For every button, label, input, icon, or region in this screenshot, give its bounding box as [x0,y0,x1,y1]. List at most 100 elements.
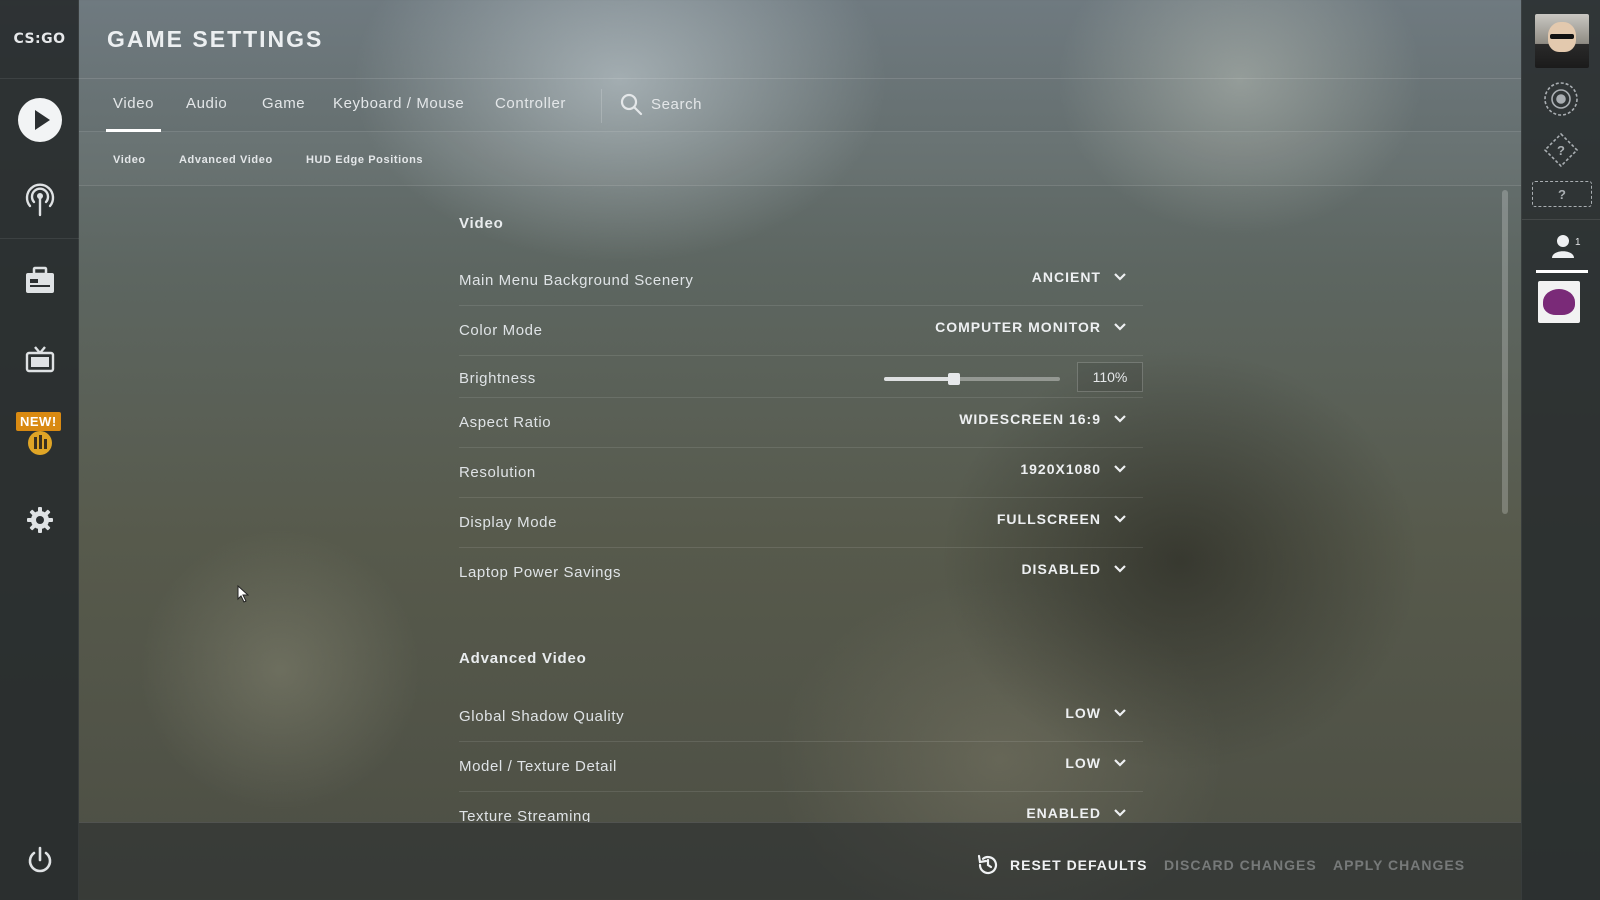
discard-changes-button[interactable]: DISCARD CHANGES [1164,857,1317,873]
section-title-video: Video [459,215,504,232]
setting-label: Laptop Power Savings [459,564,622,581]
slider-thumb[interactable] [948,373,961,385]
setting-label: Global Shadow Quality [459,708,625,725]
dropdown-value: FULLSCREEN [996,511,1101,527]
tab-video[interactable]: Video [105,95,162,132]
tab-game[interactable]: Game [262,95,305,132]
settings-subtabs: Video Advanced Video HUD Edge Positions [79,132,1521,186]
mouse-cursor-icon [237,585,249,603]
section-title-advanced-video: Advanced Video [459,650,587,667]
setting-row-global-shadow-quality: Global Shadow Quality LOW [459,692,1143,742]
tv-icon [25,346,54,373]
model-texture-detail-dropdown[interactable]: LOW [1065,755,1127,771]
play-button[interactable] [0,90,79,150]
setting-row-display-mode: Display Mode FULLSCREEN [459,498,1143,548]
chevron-down-icon [1114,709,1126,717]
gear-icon [26,507,53,533]
csgo-logo[interactable]: CS:GO [0,0,79,79]
chevron-down-icon [1114,809,1126,817]
competitive-rank-slot[interactable]: ? [1542,131,1580,169]
tab-keyboard-mouse[interactable]: Keyboard / Mouse [333,95,464,132]
setting-row-resolution: Resolution 1920X1080 [459,448,1143,498]
friend-avatar[interactable] [1538,281,1580,323]
setting-label: Brightness [459,370,536,387]
chevron-down-icon [1114,323,1126,331]
chevron-down-icon [1114,273,1126,281]
reset-history-icon [977,854,998,875]
setting-label: Texture Streaming [459,808,591,822]
texture-streaming-dropdown[interactable]: ENABLED [1026,805,1127,821]
global-shadow-quality-dropdown[interactable]: LOW [1065,705,1127,721]
play-icon [17,98,62,142]
color-mode-dropdown[interactable]: COMPUTER MONITOR [935,319,1127,335]
rank-unknown-label: ? [1557,142,1565,158]
wingman-rank-slot[interactable]: ? [1532,181,1592,207]
setting-label: Main Menu Background Scenery [459,272,694,289]
setting-label: Display Mode [459,514,558,531]
dropdown-value: LOW [1065,755,1101,771]
setting-label: Model / Texture Detail [459,758,617,775]
logo-text: CS:GO [13,31,66,47]
settings-tabs: Video Audio Game Keyboard / Mouse Contro… [79,79,1521,132]
watch-broadcast-button[interactable] [0,170,79,230]
person-icon [1552,235,1574,258]
settings-button[interactable] [0,490,79,550]
chevron-down-icon [1114,565,1126,573]
search-label: Search [651,95,703,113]
chevron-down-icon [1114,515,1126,523]
chevron-down-icon [1114,465,1126,473]
display-mode-dropdown[interactable]: FULLSCREEN [997,511,1127,527]
setting-label: Aspect Ratio [459,414,552,431]
chevron-down-icon [1114,759,1126,767]
dropdown-value: DISABLED [1021,561,1101,577]
brightness-value-input[interactable]: 110% [1077,362,1143,392]
reset-defaults-button[interactable]: RESET DEFAULTS [976,853,1147,877]
new-badge: NEW! [16,412,61,431]
tab-controller[interactable]: Controller [495,95,566,132]
dropdown-value: ANCIENT [1031,269,1101,285]
search-button[interactable]: Search [619,92,702,116]
settings-content: Video Main Menu Background Scenery ANCIE… [459,186,1143,822]
background-scenery-dropdown[interactable]: ANCIENT [1032,269,1127,285]
brightness-slider[interactable] [884,373,1060,385]
subtab-video[interactable]: Video [113,154,146,166]
setting-row-texture-streaming: Texture Streaming ENABLED [459,792,1143,822]
setting-label: Resolution [459,464,536,481]
header: GAME SETTINGS [79,0,1521,79]
setting-row-background-scenery: Main Menu Background Scenery ANCIENT [459,256,1143,306]
friend-avatar-creature [1543,289,1575,315]
power-icon [28,846,51,873]
reset-defaults-label: RESET DEFAULTS [1010,857,1148,873]
slider-fill [884,377,955,381]
wingman-unknown-label: ? [1558,186,1566,202]
avatar-glasses [1550,34,1574,39]
subtab-hud-edge-positions[interactable]: HUD Edge Positions [306,154,423,166]
setting-row-aspect-ratio: Aspect Ratio WIDESCREEN 16:9 [459,398,1143,448]
medal-icon [1544,82,1578,116]
apply-changes-button[interactable]: APPLY CHANGES [1333,857,1465,873]
dropdown-value: COMPUTER MONITOR [935,319,1101,335]
tab-separator [601,89,602,123]
setting-label: Color Mode [459,322,543,339]
quit-button[interactable] [0,830,79,890]
setting-row-laptop-power-savings: Laptop Power Savings DISABLED [459,548,1143,598]
footer-actions: RESET DEFAULTS DISCARD CHANGES APPLY CHA… [79,822,1521,900]
dropdown-value: 1920X1080 [1020,461,1101,477]
friends-count: 1 [1575,237,1581,248]
resolution-dropdown[interactable]: 1920X1080 [1020,461,1127,477]
subtab-advanced-video[interactable]: Advanced Video [179,154,273,166]
service-medal-slot[interactable] [1542,80,1580,118]
friends-button[interactable] [1548,231,1578,261]
dropdown-value: ENABLED [1026,805,1101,821]
laptop-power-savings-dropdown[interactable]: DISABLED [1021,561,1127,577]
setting-row-brightness: Brightness 110% [459,356,1143,398]
watch-button[interactable] [0,330,79,390]
aspect-ratio-dropdown[interactable]: WIDESCREEN 16:9 [959,411,1127,427]
inventory-button[interactable] [0,250,79,310]
tab-audio[interactable]: Audio [186,95,227,132]
page-title: GAME SETTINGS [107,26,324,52]
briefcase-icon [25,266,54,293]
setting-row-model-texture-detail: Model / Texture Detail LOW [459,742,1143,792]
player-avatar[interactable] [1535,14,1589,68]
content-scrollbar[interactable] [1502,190,1508,514]
